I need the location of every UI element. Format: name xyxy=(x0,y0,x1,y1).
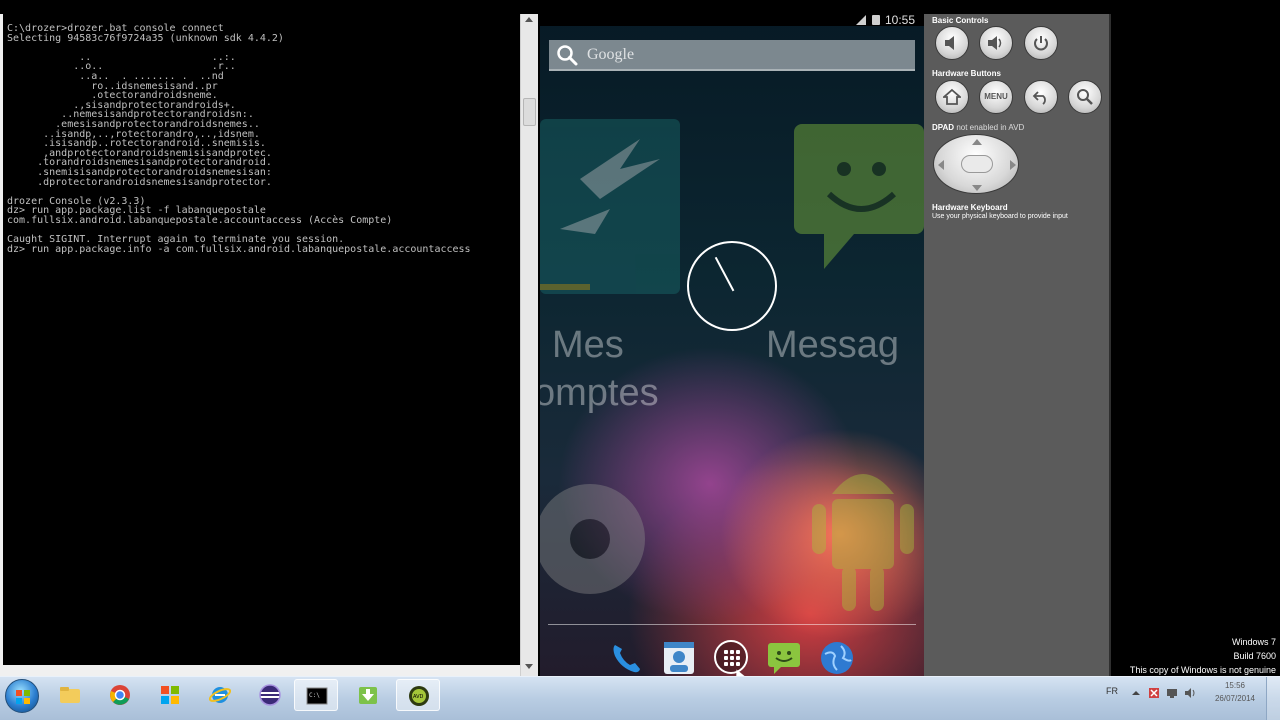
watermark-line-2: Build 7600 xyxy=(1233,651,1276,661)
taskbar-eclipse[interactable] xyxy=(248,679,292,711)
dpad-note: not enabled in AVD xyxy=(956,123,1025,132)
svg-text:C:\: C:\ xyxy=(309,692,320,699)
clock-hand xyxy=(714,256,735,292)
android-emulator-icon: AVD xyxy=(409,686,429,706)
google-label: Google xyxy=(587,46,635,63)
phone-icon[interactable] xyxy=(608,640,644,676)
folder-icon xyxy=(60,687,80,703)
console-line: Selecting 94583c76f9724a35 (unknown sdk … xyxy=(7,32,284,44)
console-line: .dprotectorandroidsnemesisandprotector. xyxy=(7,176,272,188)
battery-icon xyxy=(872,15,880,25)
console-window[interactable]: C:\drozer>drozer.bat console connect Sele… xyxy=(0,14,538,676)
language-indicator[interactable]: FR xyxy=(1106,686,1118,696)
settings-gear-icon[interactable] xyxy=(540,454,670,624)
volume-down-icon xyxy=(945,36,954,50)
volume-up-button[interactable] xyxy=(979,26,1013,60)
tray-time[interactable]: 15:56 xyxy=(1210,681,1260,690)
console-frame-bottom xyxy=(0,665,538,676)
search-icon xyxy=(557,45,578,66)
back-button[interactable] xyxy=(1024,80,1058,114)
dpad-center-button[interactable] xyxy=(961,155,993,173)
chrome-icon xyxy=(110,685,130,705)
dpad-label: DPAD xyxy=(932,123,955,132)
terminal-icon: C:\ xyxy=(306,687,328,705)
dpad-heading: DPAD not enabled in AVD xyxy=(932,123,1024,132)
power-icon xyxy=(1034,36,1048,51)
volume-up-icon xyxy=(988,36,1002,50)
android-robot-icon[interactable] xyxy=(802,454,924,624)
google-search-bar[interactable]: Google xyxy=(549,40,915,71)
tray-date[interactable]: 26/07/2014 xyxy=(1210,694,1260,703)
mes-comptes-app-icon[interactable] xyxy=(540,119,680,294)
action-center-icon[interactable] xyxy=(1148,687,1160,699)
console-line: dz> run app.package.info -a com.fullsix.… xyxy=(7,243,471,255)
console-output: C:\drozer>drozer.bat console connect Sele… xyxy=(7,24,519,254)
taskbar: C:\ AVD FR 15:56 26/07/2014 xyxy=(0,676,1280,720)
windows-flag-icon xyxy=(161,686,179,704)
watermark-line-1: Windows 7 xyxy=(1231,637,1276,647)
messaging-icon[interactable] xyxy=(766,640,802,676)
messaging-label: Messag xyxy=(766,324,900,366)
menu-button[interactable]: MENU xyxy=(979,80,1013,114)
emulator-screen[interactable]: 10:55 Google Mes Messag omptes xyxy=(540,14,924,676)
tray-expand-icon[interactable] xyxy=(1130,687,1142,699)
taskbar-installer[interactable] xyxy=(346,679,390,711)
taskbar-media[interactable] xyxy=(148,679,192,711)
taskbar-internet-explorer[interactable] xyxy=(198,679,242,711)
dpad-control[interactable] xyxy=(933,134,1019,194)
windows-logo-icon xyxy=(16,690,30,704)
svg-text:AVD: AVD xyxy=(413,694,424,700)
signal-icon xyxy=(856,15,866,25)
hardware-keyboard-heading: Hardware Keyboard xyxy=(932,203,1008,212)
taskbar-chrome[interactable] xyxy=(98,679,142,711)
home-button[interactable] xyxy=(935,80,969,114)
mes-comptes-label-2: omptes xyxy=(540,372,659,414)
taskbar-cmd[interactable]: C:\ xyxy=(294,679,338,711)
speaker-icon[interactable] xyxy=(1184,687,1196,699)
scroll-thumb[interactable] xyxy=(523,98,536,126)
search-button[interactable] xyxy=(1068,80,1102,114)
eclipse-icon xyxy=(259,684,281,706)
taskbar-explorer[interactable] xyxy=(48,679,92,711)
volume-down-button[interactable] xyxy=(935,26,969,60)
hardware-buttons-heading: Hardware Buttons xyxy=(932,69,1001,78)
back-arrow-icon xyxy=(1032,91,1046,105)
magnifier-icon xyxy=(1077,89,1093,105)
ie-icon xyxy=(209,687,231,703)
browser-globe-icon[interactable] xyxy=(819,640,855,676)
scroll-up-icon[interactable] xyxy=(525,17,533,22)
console-scrollbar[interactable] xyxy=(520,14,538,676)
app-badge-bar xyxy=(540,284,590,290)
bird-logo-icon xyxy=(560,139,660,234)
start-button[interactable] xyxy=(5,679,39,713)
taskbar-android-avd[interactable]: AVD xyxy=(396,679,440,711)
mes-comptes-label: Mes xyxy=(552,324,624,366)
network-icon[interactable] xyxy=(1166,687,1178,699)
contacts-icon[interactable] xyxy=(661,640,697,676)
messaging-app-icon[interactable] xyxy=(794,124,924,274)
watermark-line-3: This copy of Windows is not genuine xyxy=(1129,665,1276,675)
console-line: com.fullsix.android.labanquepostale.acco… xyxy=(7,214,393,226)
console-frame xyxy=(0,14,3,670)
status-bar: 10:55 xyxy=(540,14,924,27)
emulator-controls-panel: Basic Controls Hardware Buttons MENU DPA… xyxy=(924,14,1111,676)
home-icon xyxy=(943,88,961,105)
menu-label: MENU xyxy=(984,92,1008,101)
show-desktop-button[interactable] xyxy=(1266,677,1280,720)
basic-controls-heading: Basic Controls xyxy=(932,16,989,25)
power-button[interactable] xyxy=(1024,26,1058,60)
status-clock: 10:55 xyxy=(885,14,916,27)
scroll-down-icon[interactable] xyxy=(525,664,533,669)
download-icon xyxy=(359,687,377,704)
desktop: C:\drozer>drozer.bat console connect Sele… xyxy=(0,0,1280,720)
analog-clock-widget[interactable] xyxy=(687,241,777,331)
keyboard-note: Use your physical keyboard to provide in… xyxy=(932,213,1068,220)
dock-divider xyxy=(548,624,916,625)
